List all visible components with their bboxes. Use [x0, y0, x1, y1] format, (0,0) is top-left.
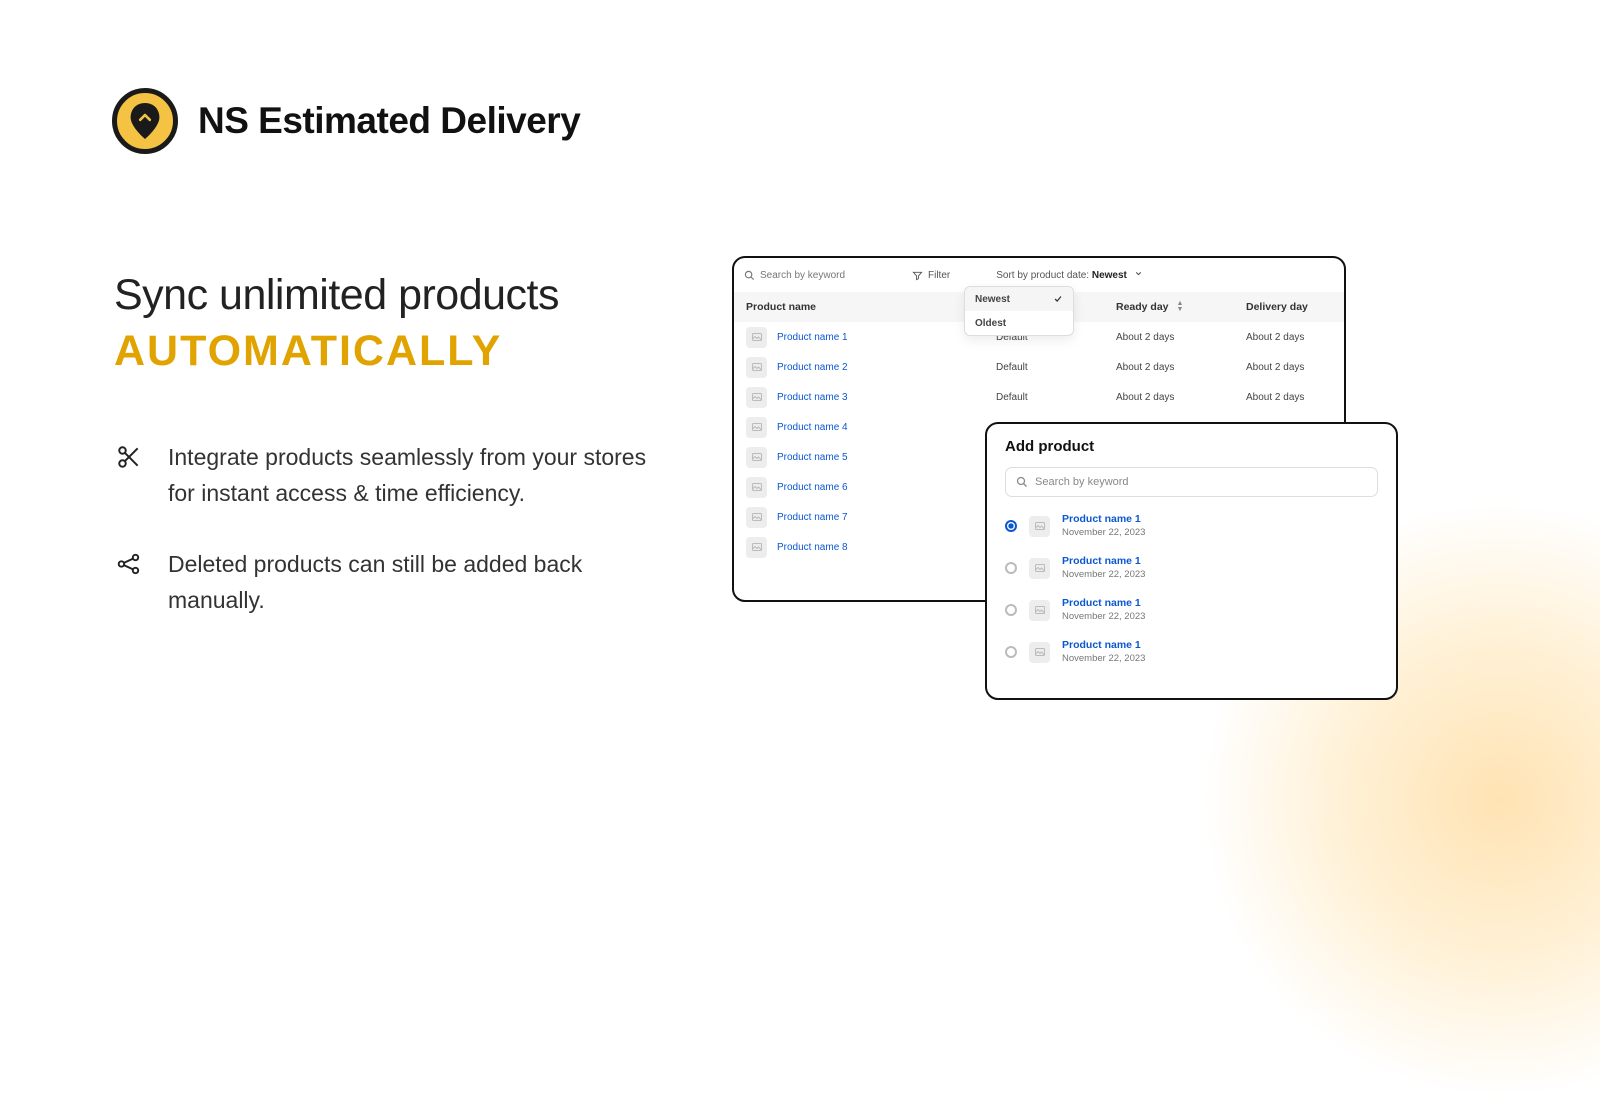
product-link[interactable]: Product name 6 [777, 482, 848, 493]
column-name: Product name [746, 301, 996, 313]
product-link[interactable]: Product name 5 [777, 452, 848, 463]
search-icon [1016, 476, 1028, 488]
nodes-icon [114, 547, 144, 577]
product-link[interactable]: Product name 2 [777, 362, 848, 373]
bullet-item: Integrate products seamlessly from your … [114, 440, 674, 511]
bullet-item: Deleted products can still be added back… [114, 547, 674, 618]
brand-header: NS Estimated Delivery [112, 88, 580, 154]
table-row[interactable]: Product name 2 Default About 2 days Abou… [734, 352, 1344, 382]
bullet-text: Deleted products can still be added back… [168, 547, 674, 618]
image-icon [746, 507, 767, 528]
product-link[interactable]: Product name 8 [777, 542, 848, 553]
check-icon [1053, 294, 1063, 304]
modal-product-date: November 22, 2023 [1062, 527, 1145, 539]
modal-product-name: Product name 1 [1062, 513, 1145, 527]
dropdown-option-oldest[interactable]: Oldest [965, 311, 1073, 335]
headline-line1: Sync unlimited products [114, 268, 674, 323]
image-icon [1029, 558, 1050, 579]
modal-product-row[interactable]: Product name 1 November 22, 2023 [1005, 505, 1378, 547]
image-icon [746, 357, 767, 378]
headline-accent: AUTOMATICALLY [114, 327, 674, 376]
brand-logo-icon [112, 88, 178, 154]
modal-search-placeholder: Search by keyword [1035, 476, 1129, 488]
product-link[interactable]: Product name 3 [777, 392, 848, 403]
dropdown-option-newest[interactable]: Newest [965, 287, 1073, 311]
modal-title: Add product [987, 424, 1396, 467]
radio-unselected[interactable] [1005, 646, 1017, 658]
image-icon [746, 477, 767, 498]
radio-selected[interactable] [1005, 520, 1017, 532]
cell-delivery: About 2 days [1246, 392, 1346, 403]
image-icon [746, 447, 767, 468]
sort-dropdown-menu: Newest Oldest [964, 286, 1074, 336]
product-link[interactable]: Product name 7 [777, 512, 848, 523]
product-link[interactable]: Product name 4 [777, 422, 848, 433]
brand-name: NS Estimated Delivery [198, 100, 580, 142]
modal-product-date: November 22, 2023 [1062, 653, 1145, 665]
table-row[interactable]: Product name 3 Default About 2 days Abou… [734, 382, 1344, 412]
modal-product-row[interactable]: Product name 1 November 22, 2023 [1005, 631, 1378, 673]
modal-product-name: Product name 1 [1062, 639, 1145, 653]
cell-ready: About 2 days [1116, 362, 1246, 373]
sort-arrows-icon: ▲▼ [1177, 301, 1184, 313]
search-icon [744, 270, 755, 281]
image-icon [1029, 642, 1050, 663]
image-icon [746, 387, 767, 408]
cell-template: Default [996, 362, 1116, 373]
modal-product-date: November 22, 2023 [1062, 611, 1145, 623]
cell-delivery: About 2 days [1246, 332, 1346, 343]
image-icon [746, 327, 767, 348]
sort-dropdown[interactable]: Sort by product date: Newest [996, 269, 1142, 281]
modal-product-name: Product name 1 [1062, 597, 1145, 611]
modal-product-date: November 22, 2023 [1062, 569, 1145, 581]
bullet-text: Integrate products seamlessly from your … [168, 440, 674, 511]
table-header: Product name Ready day ▲▼ Delivery day N… [734, 292, 1344, 322]
add-product-modal: Add product Search by keyword Product na… [985, 422, 1398, 700]
search-input[interactable]: Search by keyword [744, 264, 894, 286]
cell-delivery: About 2 days [1246, 362, 1346, 373]
image-icon [746, 417, 767, 438]
radio-unselected[interactable] [1005, 604, 1017, 616]
filter-icon [912, 270, 923, 281]
modal-product-row[interactable]: Product name 1 November 22, 2023 [1005, 589, 1378, 631]
image-icon [746, 537, 767, 558]
sort-prefix: Sort by product date: [996, 270, 1092, 281]
modal-search-input[interactable]: Search by keyword [1005, 467, 1378, 497]
cell-template: Default [996, 392, 1116, 403]
filter-label: Filter [928, 270, 950, 281]
search-placeholder: Search by keyword [760, 270, 845, 281]
radio-unselected[interactable] [1005, 562, 1017, 574]
marketing-copy: Sync unlimited products AUTOMATICALLY In… [114, 268, 674, 655]
filter-button[interactable]: Filter [902, 270, 960, 281]
chevron-down-icon [1134, 269, 1143, 278]
column-ready[interactable]: Ready day ▲▼ [1116, 301, 1246, 313]
modal-product-name: Product name 1 [1062, 555, 1145, 569]
cell-ready: About 2 days [1116, 332, 1246, 343]
modal-product-row[interactable]: Product name 1 November 22, 2023 [1005, 547, 1378, 589]
scissors-icon [114, 440, 144, 470]
column-delivery: Delivery day [1246, 301, 1346, 313]
product-link[interactable]: Product name 1 [777, 332, 848, 343]
cell-ready: About 2 days [1116, 392, 1246, 403]
image-icon [1029, 516, 1050, 537]
image-icon [1029, 600, 1050, 621]
sort-value: Newest [1092, 270, 1127, 281]
